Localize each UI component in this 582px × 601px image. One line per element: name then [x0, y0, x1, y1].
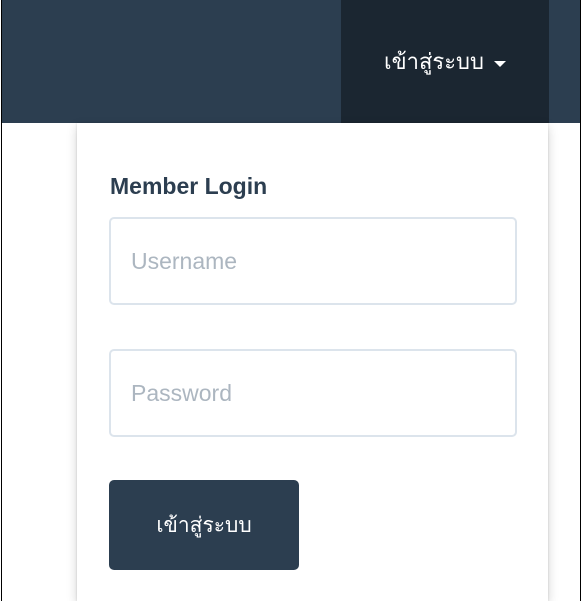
login-submit-button[interactable]: เข้าสู่ระบบ — [109, 480, 299, 570]
navbar: เข้าสู่ระบบ — [2, 0, 580, 123]
password-input[interactable] — [109, 349, 517, 437]
login-title: Member Login — [110, 173, 268, 199]
login-dropdown-toggle[interactable]: เข้าสู่ระบบ — [341, 0, 549, 123]
page-frame: เข้าสู่ระบบ Member Login เข้าสู่ระบบ — [1, 0, 581, 601]
login-toggle-label: เข้าสู่ระบบ — [384, 49, 484, 74]
username-input[interactable] — [109, 217, 517, 305]
login-dropdown-menu: Member Login เข้าสู่ระบบ — [77, 123, 548, 601]
caret-down-icon — [493, 60, 506, 67]
